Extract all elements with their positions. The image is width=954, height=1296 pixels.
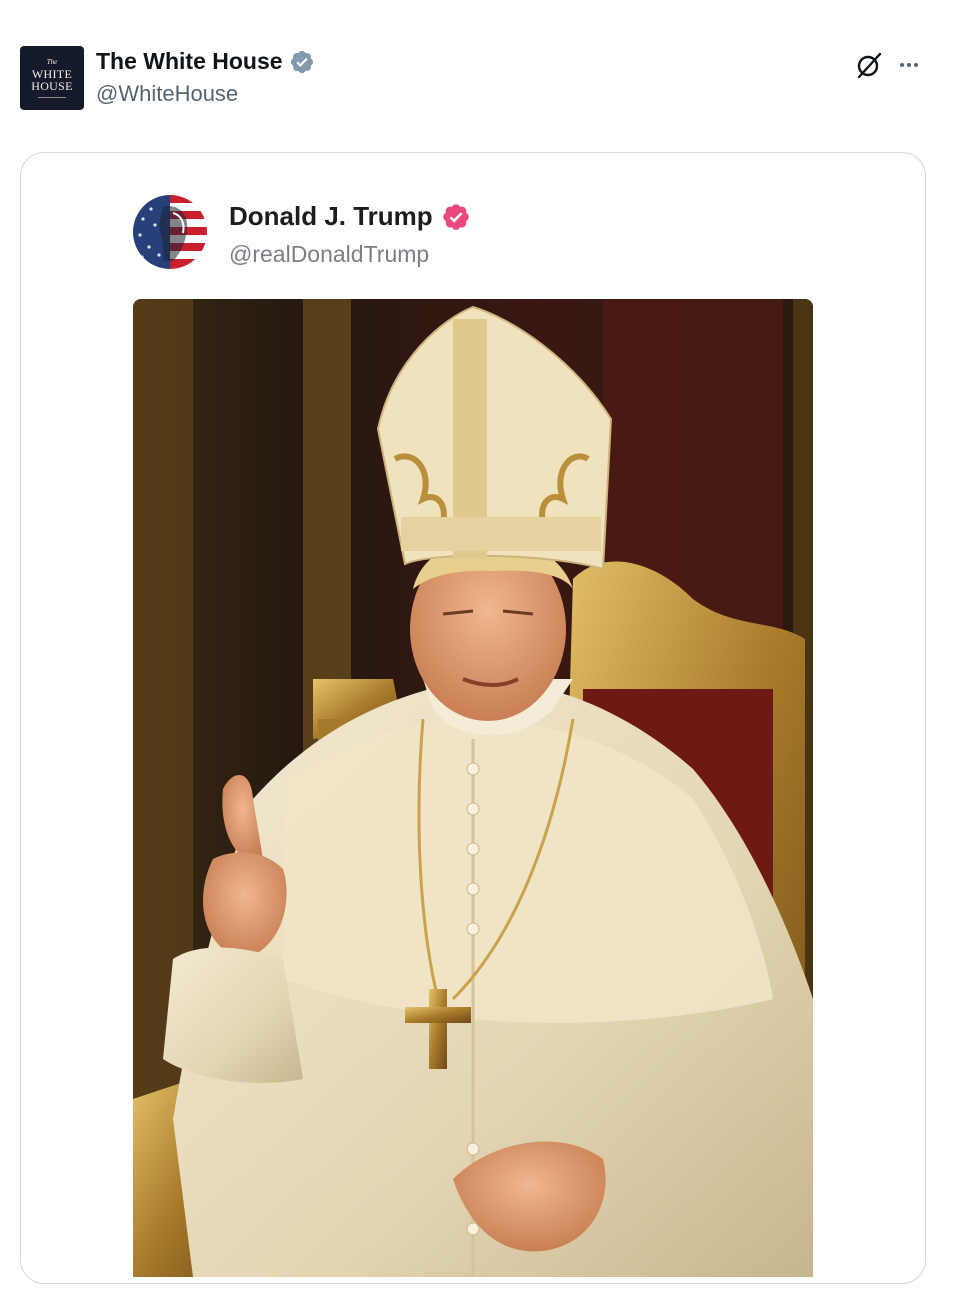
grok-icon[interactable] (854, 50, 884, 80)
flag-face-avatar-icon (133, 195, 207, 269)
verified-badge-icon[interactable] (289, 49, 315, 75)
quoted-author-name[interactable]: Donald J. Trump (229, 201, 433, 232)
post-media-image[interactable] (133, 299, 813, 1277)
quoted-post-card[interactable]: Donald J. Trump @realDonaldTrump (20, 152, 926, 1284)
author-name[interactable]: The White House (96, 48, 283, 75)
more-dot (914, 63, 918, 67)
pope-portrait-image-icon (133, 299, 813, 1277)
avatar-line-the: The (46, 57, 58, 66)
avatar-line-white: WHITE (31, 66, 73, 81)
more-dot (900, 63, 904, 67)
more-dot (907, 63, 911, 67)
author-name-row: The White House (96, 48, 315, 75)
avatar-line-house: HOUSE (31, 78, 73, 93)
author-handle[interactable]: @WhiteHouse (96, 81, 238, 107)
quoted-author-name-row: Donald J. Trump (229, 201, 471, 232)
more-options-icon[interactable] (894, 50, 924, 80)
post-header: The WHITE HOUSE The White House @WhiteHo… (20, 46, 934, 110)
quoted-author-handle[interactable]: @realDonaldTrump (229, 241, 429, 268)
white-house-avatar[interactable]: The WHITE HOUSE (20, 46, 84, 110)
quoted-author-avatar[interactable] (133, 195, 207, 269)
verified-badge-icon (442, 203, 469, 230)
avatar-divider (38, 96, 66, 98)
